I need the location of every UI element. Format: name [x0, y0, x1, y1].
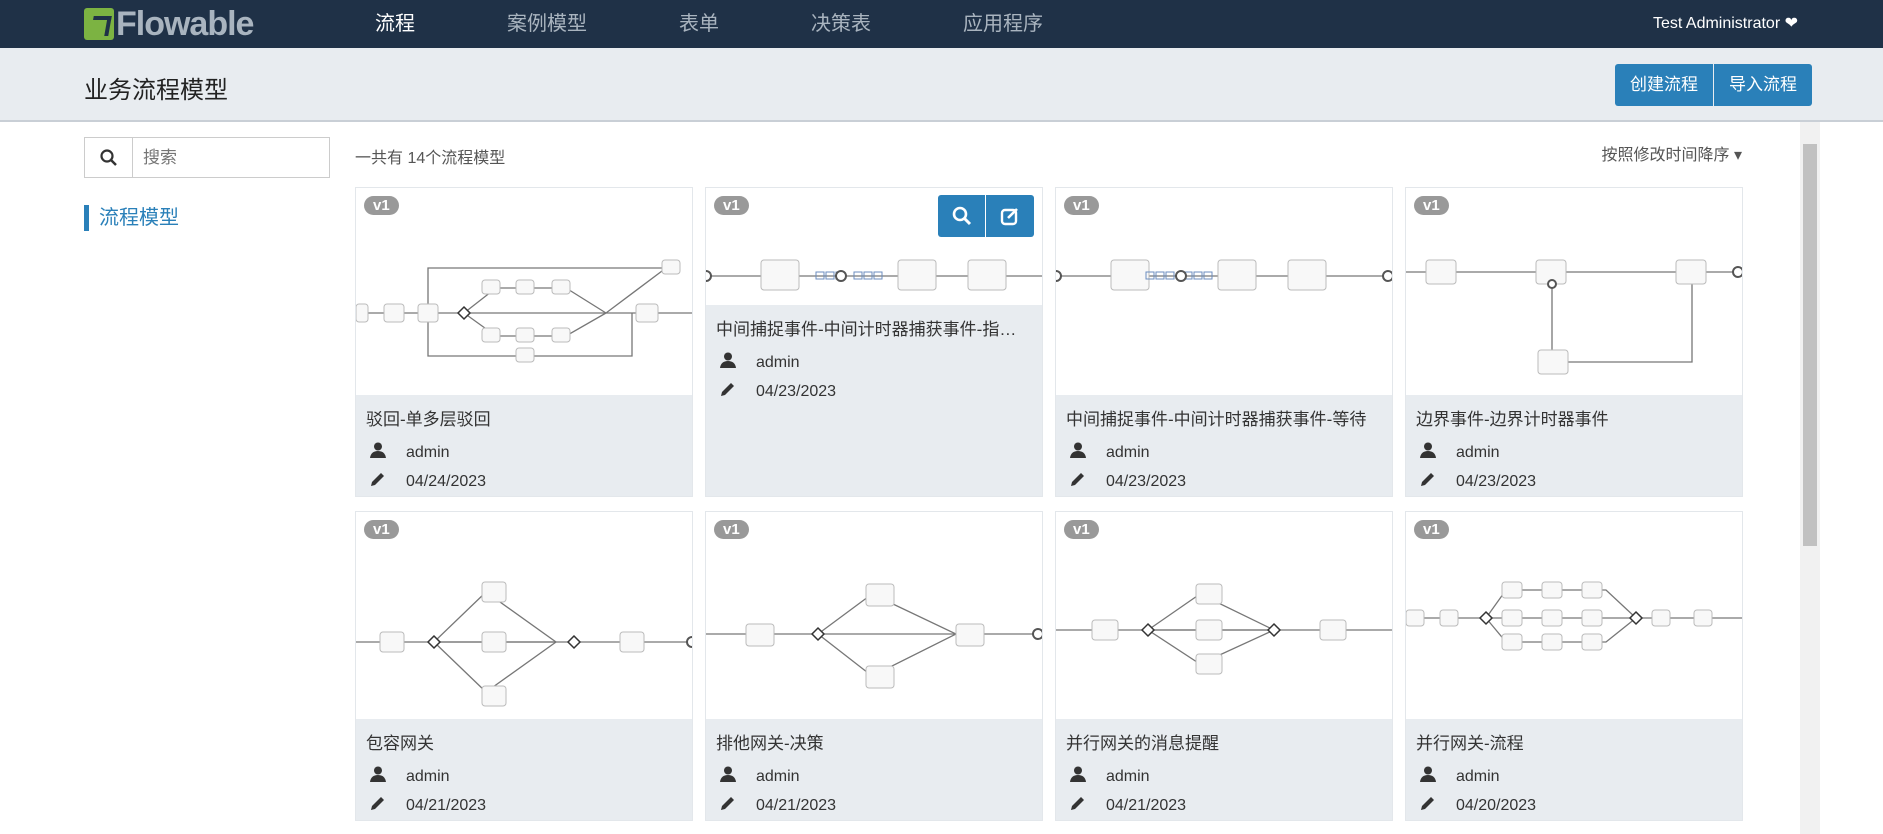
subheader: 业务流程模型 创建流程 导入流程	[0, 48, 1883, 122]
user-icon	[716, 352, 756, 373]
model-owner: admin	[1106, 443, 1150, 461]
model-modified-date: 04/23/2023	[1106, 472, 1187, 490]
model-modified-date: 04/21/2023	[1106, 796, 1187, 814]
model-modified-date: 04/21/2023	[756, 796, 837, 814]
nav-case-models[interactable]: 案例模型	[507, 0, 587, 48]
search-box	[84, 137, 330, 178]
process-model-card[interactable]: v1 边界事件-边界计时器事件 admin 04/23/2023	[1405, 187, 1743, 497]
model-modified-date: 04/20/2023	[1456, 796, 1537, 814]
model-name[interactable]: 边界事件-边界计时器事件	[1416, 405, 1732, 430]
version-badge: v1	[1414, 196, 1449, 215]
main-nav: 流程 案例模型 表单 决策表 应用程序	[375, 0, 1135, 56]
process-model-card[interactable]: v1 排他网关-决策 admin 04/21/2023	[705, 511, 1043, 821]
model-modified-date: 04/23/2023	[1456, 472, 1537, 490]
edit-button[interactable]	[986, 195, 1034, 237]
version-badge: v1	[714, 520, 749, 539]
card-info: 并行网关的消息提醒 admin 04/21/2023	[1056, 719, 1392, 820]
process-diagram-thumbnail[interactable]	[356, 188, 692, 395]
model-name[interactable]: 并行网关的消息提醒	[1066, 729, 1382, 754]
search-icon	[99, 148, 117, 166]
flowable-logo[interactable]: Flowable	[84, 4, 254, 43]
search-icon	[952, 206, 971, 226]
process-diagram-thumbnail[interactable]	[356, 512, 692, 719]
model-owner: admin	[756, 767, 800, 785]
process-model-card[interactable]: v1 并行网关的消息提醒 admin 04/21/2023	[1055, 511, 1393, 821]
import-process-button[interactable]: 导入流程	[1714, 64, 1812, 106]
card-info: 中间捕捉事件-中间计时器捕获事件-等待 admin 04/23/2023	[1056, 395, 1392, 496]
logo-text: Flowable	[116, 4, 254, 43]
process-model-card[interactable]: v1 驳回-单多层驳回 admin 04/24/2023	[355, 187, 693, 497]
version-badge: v1	[714, 196, 749, 215]
card-info: 边界事件-边界计时器事件 admin 04/23/2023	[1406, 395, 1742, 496]
pencil-icon	[716, 795, 756, 816]
version-badge: v1	[364, 520, 399, 539]
model-owner: admin	[1106, 767, 1150, 785]
model-modified-date: 04/23/2023	[756, 382, 837, 400]
model-owner: admin	[756, 353, 800, 371]
model-name[interactable]: 排他网关-决策	[716, 729, 1032, 754]
card-info: 并行网关-流程 admin 04/20/2023	[1406, 719, 1742, 820]
version-badge: v1	[364, 196, 399, 215]
process-model-card[interactable]: v1 中间捕捉事件-中间计时器捕获事件-等待 admin 04/23/2023	[1055, 187, 1393, 497]
process-model-card[interactable]: v1 包容网关 admin 04/21/2023	[355, 511, 693, 821]
pencil-icon	[1416, 471, 1456, 492]
scrollbar[interactable]	[1800, 122, 1820, 834]
pencil-icon	[366, 471, 406, 492]
user-icon	[1066, 442, 1106, 463]
card-info: 排他网关-决策 admin 04/21/2023	[706, 719, 1042, 820]
logo-mark-icon	[84, 8, 114, 40]
scrollbar-thumb[interactable]	[1803, 144, 1817, 546]
sidebar-item-process-models[interactable]: 流程模型	[84, 205, 179, 231]
nav-decision-tables[interactable]: 决策表	[811, 0, 871, 48]
process-diagram-thumbnail[interactable]	[1056, 512, 1392, 719]
model-name[interactable]: 并行网关-流程	[1416, 729, 1732, 754]
process-diagram-thumbnail[interactable]	[1406, 512, 1742, 719]
version-badge: v1	[1064, 196, 1099, 215]
model-modified-date: 04/21/2023	[406, 796, 487, 814]
pencil-icon	[1066, 471, 1106, 492]
model-name[interactable]: 中间捕捉事件-中间计时器捕获事件-指定时间	[716, 315, 1032, 340]
sort-dropdown[interactable]: 按照修改时间降序 ▾	[1602, 141, 1742, 165]
create-process-button[interactable]: 创建流程	[1615, 64, 1714, 106]
model-owner: admin	[406, 443, 450, 461]
user-icon	[1416, 442, 1456, 463]
model-count: 一共有 14个流程模型	[355, 150, 506, 167]
card-info: 包容网关 admin 04/21/2023	[356, 719, 692, 820]
nav-processes[interactable]: 流程	[375, 0, 415, 56]
view-button[interactable]	[938, 195, 986, 237]
user-icon	[1066, 766, 1106, 787]
model-owner: admin	[406, 767, 450, 785]
process-model-card[interactable]: v1 中间捕捉事件-中间计时器捕获事件-指定时间 admin 04/23/202…	[705, 187, 1043, 497]
pencil-icon	[716, 381, 756, 402]
search-input[interactable]	[133, 138, 323, 177]
model-name[interactable]: 中间捕捉事件-中间计时器捕获事件-等待	[1066, 405, 1382, 430]
version-badge: v1	[1064, 520, 1099, 539]
process-diagram-thumbnail[interactable]	[1056, 188, 1392, 395]
model-owner: admin	[1456, 767, 1500, 785]
pencil-icon	[1066, 795, 1106, 816]
version-badge: v1	[1414, 520, 1449, 539]
card-info: 驳回-单多层驳回 admin 04/24/2023	[356, 395, 692, 496]
user-icon	[366, 442, 406, 463]
nav-apps[interactable]: 应用程序	[963, 0, 1043, 48]
model-modified-date: 04/24/2023	[406, 472, 487, 490]
process-diagram-thumbnail[interactable]	[706, 512, 1042, 719]
pencil-icon	[366, 795, 406, 816]
page-title: 业务流程模型	[84, 77, 228, 104]
nav-forms[interactable]: 表单	[679, 0, 719, 48]
user-icon	[716, 766, 756, 787]
model-name[interactable]: 包容网关	[366, 729, 682, 754]
top-navbar: Flowable 流程 案例模型 表单 决策表 应用程序 Test Admini…	[0, 0, 1883, 56]
process-model-card[interactable]: v1 并行网关-流程 admin 04/20/2023	[1405, 511, 1743, 821]
model-name[interactable]: 驳回-单多层驳回	[366, 405, 682, 430]
user-icon	[1416, 766, 1456, 787]
pencil-icon	[1416, 795, 1456, 816]
process-diagram-thumbnail[interactable]	[1406, 188, 1742, 395]
edit-icon	[1000, 208, 1018, 226]
user-icon	[366, 766, 406, 787]
search-button[interactable]	[85, 138, 133, 177]
user-menu[interactable]: Test Administrator ❤	[1653, 0, 1798, 48]
model-owner: admin	[1456, 443, 1500, 461]
card-info: 中间捕捉事件-中间计时器捕获事件-指定时间 admin 04/23/2023	[706, 305, 1042, 496]
